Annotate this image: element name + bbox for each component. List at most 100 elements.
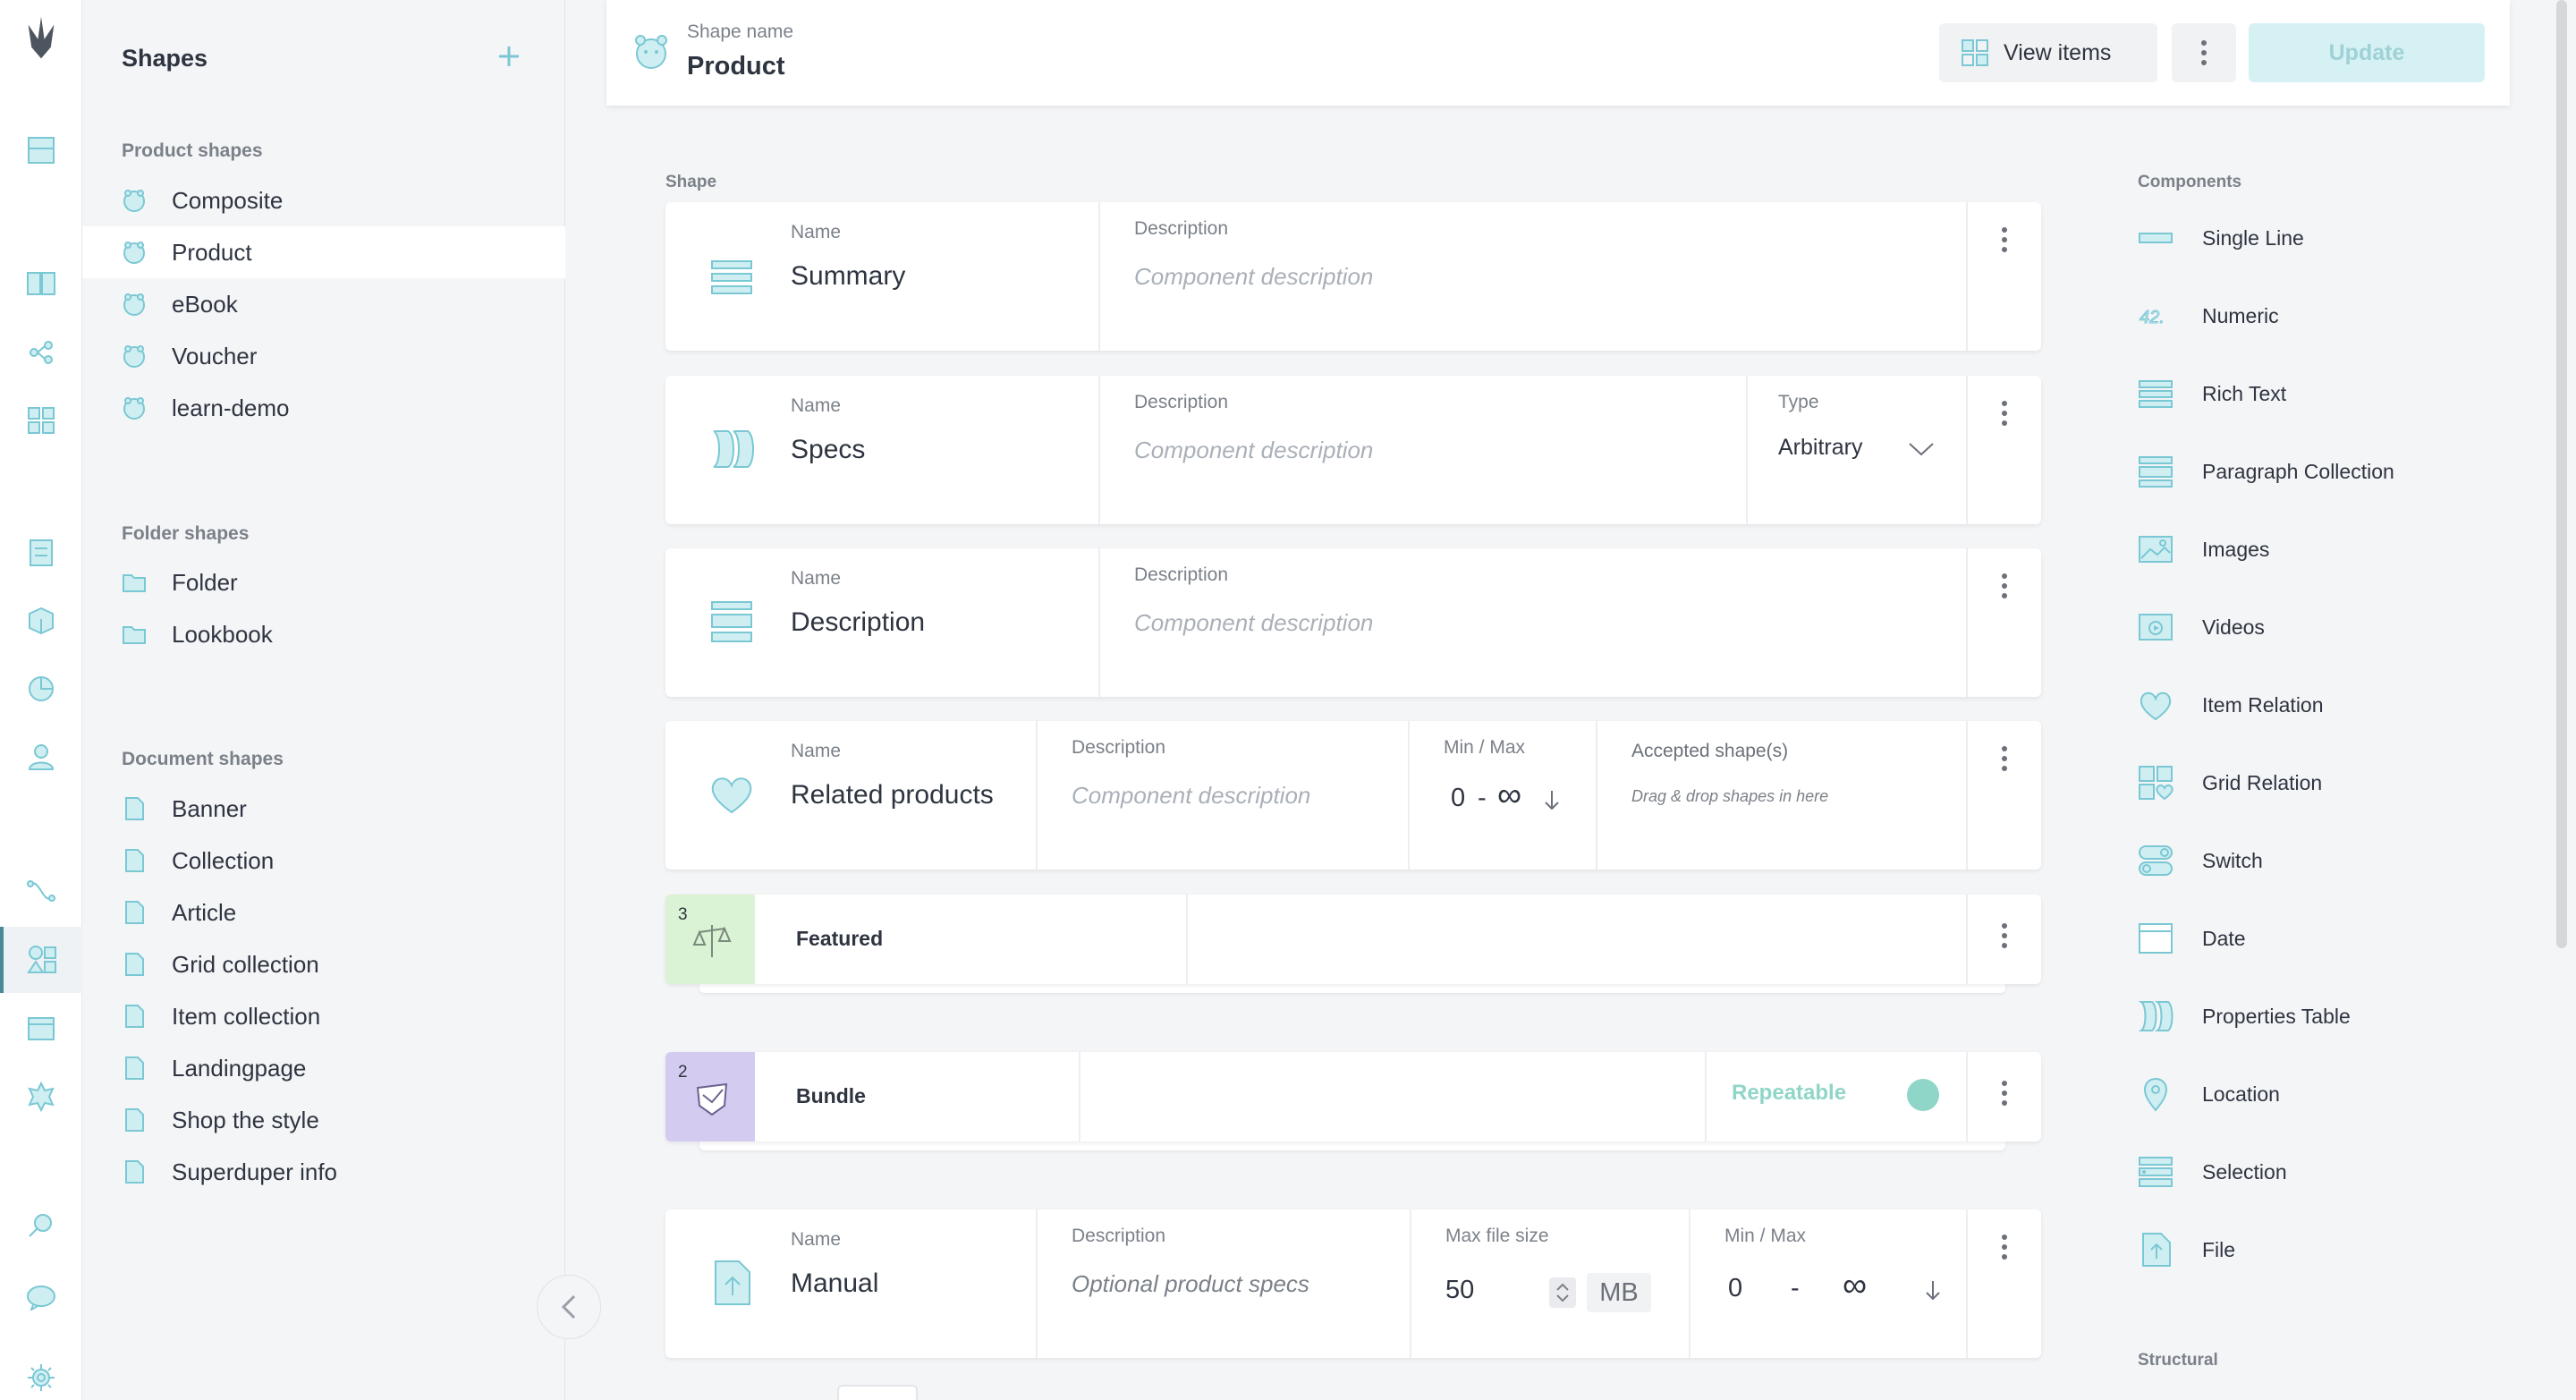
switch-icon [2139,845,2173,876]
component-more-button[interactable] [1966,548,2041,697]
component-file[interactable]: File [2138,1223,2531,1277]
fulfilment-icon[interactable] [25,605,57,637]
sidebar-item-shop-the-style[interactable]: Shop the style [82,1094,565,1146]
component-location[interactable]: Location [2138,1067,2531,1121]
structural-name[interactable]: Featured [796,927,883,951]
component-label: Rich Text [2202,381,2287,405]
max-file-size-input[interactable]: 50 [1445,1276,1474,1305]
file-icon [715,1260,750,1305]
component-videos[interactable]: Videos [2138,600,2531,654]
component-grid-relation[interactable]: Grid Relation [2138,756,2531,810]
shape-name[interactable]: Product [687,52,785,81]
sidebar-item-composite[interactable]: Composite [82,174,565,226]
component-more-button[interactable] [1966,721,2041,870]
component-name[interactable]: Summary [791,261,905,292]
shape-section-label: Shape [665,173,717,191]
repeatable-toggle[interactable] [1907,1079,1939,1111]
numeric-icon: 42. [2140,308,2165,328]
component-selection[interactable]: Selection [2138,1145,2531,1199]
reports-icon[interactable] [25,673,57,705]
description-input[interactable]: Component description [1134,437,1373,464]
sidebar-item-superduper-info[interactable]: Superduper info [82,1146,565,1198]
accepted-shapes-cell[interactable]: Accepted shape(s) Drag & drop shapes in … [1596,721,1966,870]
component-images[interactable]: Images [2138,522,2531,576]
crystallize-logo-icon[interactable] [25,16,57,59]
sidebar-item-grid-collection[interactable]: Grid collection [82,938,565,990]
component-more-button[interactable] [1966,1209,2041,1358]
description-input[interactable]: Optional product specs [1072,1270,1309,1298]
accepted-shapes-dropzone[interactable]: Drag & drop shapes in here [1631,787,1828,806]
scrollbar[interactable] [2556,0,2567,948]
paragraph-collection-icon [2139,456,2173,488]
arrow-down-icon[interactable] [1925,1279,1941,1302]
sidebar-item-item-collection[interactable]: Item collection [82,990,565,1042]
max-input[interactable]: ∞ [1843,1267,1867,1305]
grids-icon[interactable] [25,404,57,437]
sidebar-item-learn-demo[interactable]: learn-demo [82,382,565,434]
min-input[interactable]: 0 [1728,1274,1742,1303]
type-cell[interactable]: Type Arbitrary [1746,376,1966,524]
description-input[interactable]: Component description [1134,609,1373,637]
sidebar-item-ebook[interactable]: eBook [82,278,565,330]
orders-icon[interactable] [25,537,57,569]
max-file-size-label: Max file size [1445,1226,1549,1246]
component-date[interactable]: Date [2138,912,2531,965]
type-select[interactable]: Arbitrary [1778,435,1862,461]
shapes-icon[interactable] [0,927,82,993]
settings-icon[interactable] [25,1362,57,1394]
search-icon[interactable] [25,1209,57,1242]
collapse-sidebar-button[interactable] [537,1275,601,1339]
file-size-stepper[interactable] [1549,1277,1576,1308]
sidebar-item-banner[interactable]: Banner [82,783,565,835]
sidebar-item-product[interactable]: Product [82,226,565,278]
component-numeric[interactable]: 42. Numeric [2138,289,2531,343]
component-switch[interactable]: Switch [2138,834,2531,887]
sidebar-item-label: Item collection [172,1002,321,1030]
component-more-button[interactable] [1966,895,2041,984]
single-line-icon [2139,233,2173,243]
sidebar-item-lookbook[interactable]: Lookbook [82,608,565,660]
component-item-relation[interactable]: Item Relation [2138,678,2531,732]
sidebar-item-landingpage[interactable]: Landingpage [82,1042,565,1094]
sidebar-item-collection[interactable]: Collection [82,835,565,887]
component-rich-text[interactable]: Rich Text [2138,367,2531,420]
sidebar-item-voucher[interactable]: Voucher [82,330,565,382]
add-shape-icon[interactable] [496,43,522,70]
component-name[interactable]: Related products [791,780,994,810]
component-more-button[interactable] [1966,1052,2041,1141]
component-more-button[interactable] [1966,202,2041,351]
component-label: Properties Table [2202,1004,2351,1028]
structural-name[interactable]: Bundle [796,1084,866,1108]
component-single-line[interactable]: Single Line [2138,211,2531,265]
components-panel: Components Single Line 42. Numeric Rich … [2111,0,2558,1400]
arrow-down-icon[interactable] [1544,789,1560,812]
add-component-tab[interactable] [837,1385,918,1400]
description-input[interactable]: Component description [1134,263,1373,291]
component-properties-table[interactable]: Properties Table [2138,989,2531,1043]
pipelines-icon[interactable] [25,875,57,907]
apps-icon[interactable] [25,1081,57,1113]
min-input[interactable]: 0 [1451,784,1465,813]
frontend-icon[interactable] [25,1013,57,1045]
group-title-folder: Folder shapes [122,523,250,544]
dashboard-icon[interactable] [25,134,57,166]
component-more-button[interactable] [1966,376,2041,524]
component-paragraph-collection[interactable]: Paragraph Collection [2138,445,2531,498]
component-name[interactable]: Manual [791,1268,878,1299]
catalogue-icon[interactable] [25,267,57,299]
component-name[interactable]: Description [791,607,925,638]
component-label: Single Line [2202,225,2304,250]
sidebar-item-label: eBook [172,290,238,318]
selection-icon [2139,1157,2173,1187]
sidebar-item-article[interactable]: Article [82,887,565,938]
max-input[interactable]: ∞ [1497,776,1521,815]
file-size-unit[interactable]: MB [1587,1273,1651,1312]
topics-icon[interactable] [25,336,57,369]
component-name[interactable]: Specs [791,435,865,465]
product-shape-icon [123,397,145,420]
description-input[interactable]: Component description [1072,782,1310,810]
translations-icon[interactable] [25,1281,57,1313]
sidebar-item-folder[interactable]: Folder [82,556,565,608]
customers-icon[interactable] [25,741,57,773]
description-cell: Description Component description [1098,202,1966,351]
